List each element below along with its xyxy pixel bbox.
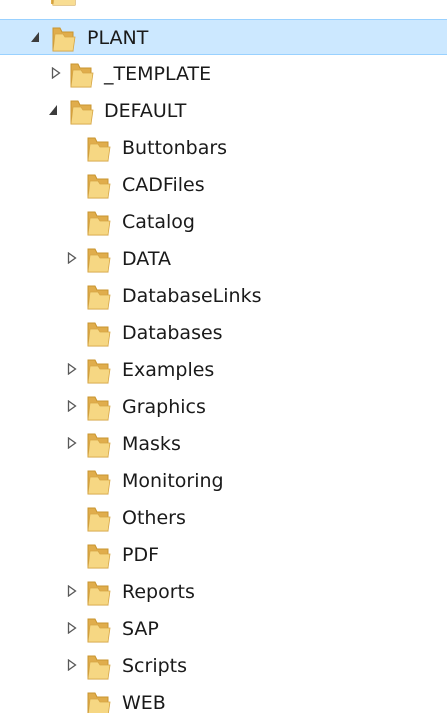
tree-item-data[interactable]: DATA (0, 241, 447, 277)
tree-item-buttonbars[interactable]: Buttonbars (0, 130, 447, 166)
collapsed-arrow-icon[interactable] (67, 437, 77, 449)
tree-item-catalog[interactable]: Catalog (0, 204, 447, 240)
tree-item-clipped-parent[interactable] (0, 0, 447, 10)
tree-item-masks[interactable]: Masks (0, 426, 447, 462)
tree-item-label: Masks (122, 433, 181, 455)
collapsed-arrow-icon[interactable] (67, 363, 77, 375)
tree-item-label: DATA (122, 248, 171, 270)
tree-item-databases[interactable]: Databases (0, 315, 447, 351)
expanded-arrow-icon[interactable] (48, 104, 58, 116)
tree-item-label: _TEMPLATE (104, 63, 212, 85)
folder-icon (87, 581, 111, 606)
tree-item-label: Monitoring (122, 470, 224, 492)
folder-icon (87, 692, 111, 713)
folder-icon (87, 544, 111, 569)
folder-icon (51, 0, 76, 6)
folder-tree: PLANT _TEMPLATE DEFAULT Buttonbars CADFil… (0, 0, 447, 713)
folder-icon (87, 396, 111, 421)
folder-icon (87, 655, 111, 680)
tree-item-examples[interactable]: Examples (0, 352, 447, 388)
folder-icon (87, 285, 111, 310)
tree-item-web[interactable]: WEB (0, 685, 447, 713)
collapsed-arrow-icon[interactable] (67, 659, 77, 671)
tree-item-label: WEB (122, 692, 166, 713)
folder-icon (70, 63, 94, 88)
tree-item-label: Reports (122, 581, 195, 603)
collapsed-arrow-icon[interactable] (67, 622, 77, 634)
folder-icon (87, 359, 111, 384)
collapsed-arrow-icon[interactable] (67, 585, 77, 597)
expanded-arrow-icon[interactable] (30, 31, 40, 43)
folder-icon (87, 507, 111, 532)
tree-item-label: Scripts (122, 655, 188, 677)
tree-item-label: Graphics (122, 396, 206, 418)
tree-item-label: Others (122, 507, 186, 529)
folder-icon (52, 27, 76, 52)
folder-icon (87, 211, 111, 236)
folder-icon (87, 618, 111, 643)
tree-item-label: Databases (122, 322, 223, 344)
tree-item-pdf[interactable]: PDF (0, 537, 447, 573)
tree-item-databaselinks[interactable]: DatabaseLinks (0, 278, 447, 314)
tree-item-default[interactable]: DEFAULT (0, 93, 447, 129)
tree-item-label: Catalog (122, 211, 195, 233)
tree-item-scripts[interactable]: Scripts (0, 648, 447, 684)
tree-item-label: Examples (122, 359, 215, 381)
tree-item-label: Buttonbars (122, 137, 228, 159)
tree-item-graphics[interactable]: Graphics (0, 389, 447, 425)
tree-item-label: DEFAULT (104, 100, 187, 122)
tree-item-label: PDF (122, 544, 160, 566)
tree-item-template[interactable]: _TEMPLATE (0, 56, 447, 92)
tree-item-sap[interactable]: SAP (0, 611, 447, 647)
folder-icon (87, 137, 111, 162)
folder-icon (87, 322, 111, 347)
folder-icon (70, 100, 94, 125)
folder-icon (87, 433, 111, 458)
collapsed-arrow-icon[interactable] (67, 252, 77, 264)
tree-item-label: SAP (122, 618, 159, 640)
folder-icon (87, 174, 111, 199)
tree-item-others[interactable]: Others (0, 500, 447, 536)
tree-item-label: CADFiles (122, 174, 205, 196)
folder-icon (87, 470, 111, 495)
tree-item-reports[interactable]: Reports (0, 574, 447, 610)
collapsed-arrow-icon[interactable] (51, 67, 61, 79)
tree-item-cadfiles[interactable]: CADFiles (0, 167, 447, 203)
folder-icon (87, 248, 111, 273)
tree-item-plant[interactable]: PLANT (0, 19, 447, 55)
tree-item-monitoring[interactable]: Monitoring (0, 463, 447, 499)
tree-item-label: PLANT (87, 27, 149, 49)
collapsed-arrow-icon[interactable] (67, 400, 77, 412)
tree-item-label: DatabaseLinks (122, 285, 262, 307)
